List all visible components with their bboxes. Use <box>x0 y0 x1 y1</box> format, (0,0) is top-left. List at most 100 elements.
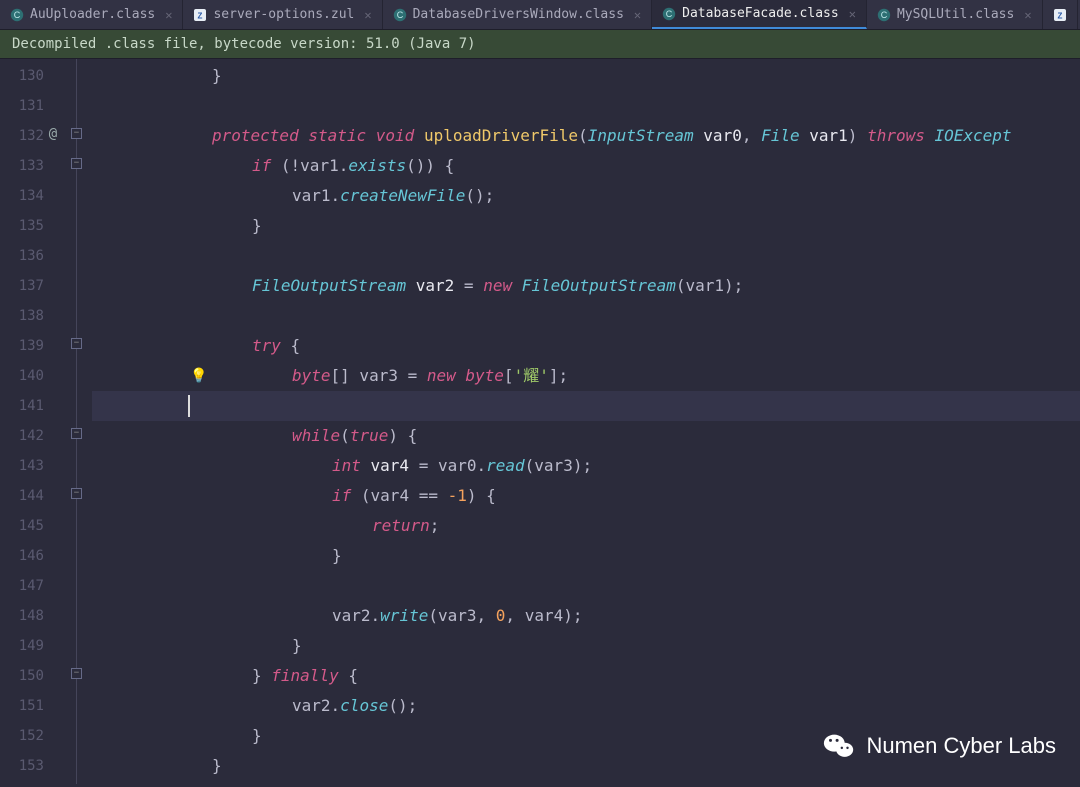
code-line[interactable]: return; <box>92 511 1080 541</box>
code-line[interactable]: FileOutputStream var2 = new FileOutputSt… <box>92 271 1080 301</box>
code-area[interactable]: } protected static void uploadDriverFile(… <box>92 59 1080 784</box>
gutter-marker <box>44 179 62 209</box>
fold-gutter[interactable] <box>62 599 92 629</box>
code-line[interactable] <box>92 241 1080 271</box>
line-number: 130 <box>0 61 44 91</box>
fold-gutter[interactable] <box>62 449 92 479</box>
tab-mysqlutil-class[interactable]: CMySQLUtil.class✕ <box>867 0 1043 29</box>
fold-gutter[interactable]: − <box>62 149 92 179</box>
fold-toggle-icon[interactable]: − <box>71 668 82 679</box>
code-editor[interactable]: 1301311321331341351361371381391401411421… <box>0 59 1080 784</box>
tab-overflow[interactable]: Z <box>1043 0 1078 29</box>
code-token: close <box>340 696 388 715</box>
class-file-icon: C <box>393 8 407 22</box>
fold-gutter[interactable]: − <box>62 479 92 509</box>
tab-databasedriverswindow-class[interactable]: CDatabaseDriversWindow.class✕ <box>383 0 653 29</box>
code-token: var1 <box>809 126 848 145</box>
fold-gutter[interactable] <box>62 629 92 659</box>
code-line[interactable]: var2.write(var3, 0, var4); <box>92 601 1080 631</box>
code-line[interactable]: 💡byte[] var3 = new byte['耀']; <box>92 361 1080 391</box>
fold-gutter[interactable] <box>62 749 92 779</box>
close-icon[interactable]: ✕ <box>364 8 371 22</box>
code-line[interactable]: } <box>92 631 1080 661</box>
fold-toggle-icon[interactable]: − <box>71 488 82 499</box>
code-token: '耀' <box>514 366 549 385</box>
fold-gutter[interactable] <box>62 269 92 299</box>
tab-auuploader-class[interactable]: CAuUploader.class✕ <box>0 0 183 29</box>
line-number: 143 <box>0 451 44 481</box>
close-icon[interactable]: ✕ <box>634 8 641 22</box>
code-line[interactable]: } finally { <box>92 661 1080 691</box>
fold-gutter[interactable]: − <box>62 419 92 449</box>
line-number: 142 <box>0 421 44 451</box>
code-token: write <box>380 606 428 625</box>
tab-bar: CAuUploader.class✕Zserver-options.zul✕CD… <box>0 0 1080 30</box>
line-number: 153 <box>0 751 44 781</box>
line-number: 139 <box>0 331 44 361</box>
code-token: ()) { <box>406 156 454 175</box>
fold-gutter[interactable] <box>62 389 92 419</box>
code-line[interactable]: int var4 = var0.read(var3); <box>92 451 1080 481</box>
code-line[interactable] <box>92 301 1080 331</box>
fold-gutter[interactable]: − <box>62 329 92 359</box>
line-number: 151 <box>0 691 44 721</box>
tab-databasefacade-class[interactable]: CDatabaseFacade.class✕ <box>652 0 867 29</box>
code-line[interactable] <box>92 571 1080 601</box>
fold-toggle-icon[interactable]: − <box>71 338 82 349</box>
tab-label: server-options.zul <box>213 7 354 22</box>
code-line[interactable]: try { <box>92 331 1080 361</box>
close-icon[interactable]: ✕ <box>849 7 856 21</box>
code-line[interactable]: } <box>92 61 1080 91</box>
code-token: -1 <box>448 486 467 505</box>
code-line[interactable]: } <box>92 211 1080 241</box>
gutter-marker <box>44 419 62 449</box>
fold-gutter[interactable] <box>62 509 92 539</box>
fold-gutter[interactable] <box>62 89 92 119</box>
fold-gutter[interactable] <box>62 299 92 329</box>
code-token: [ <box>504 366 514 385</box>
line-number: 149 <box>0 631 44 661</box>
line-number: 137 <box>0 271 44 301</box>
fold-gutter[interactable] <box>62 689 92 719</box>
line-number: 138 <box>0 301 44 331</box>
code-line[interactable]: while(true) { <box>92 421 1080 451</box>
close-icon[interactable]: ✕ <box>165 8 172 22</box>
tab-server-options-zul[interactable]: Zserver-options.zul✕ <box>183 0 382 29</box>
fold-toggle-icon[interactable]: − <box>71 128 82 139</box>
code-token: return <box>372 516 430 535</box>
marker-column: @ <box>44 59 62 784</box>
code-line[interactable] <box>92 391 1080 421</box>
fold-gutter[interactable]: − <box>62 659 92 689</box>
code-token: void <box>376 126 424 145</box>
close-icon[interactable]: ✕ <box>1024 8 1031 22</box>
line-number: 136 <box>0 241 44 271</box>
fold-gutter[interactable]: − <box>62 119 92 149</box>
code-token: } <box>212 66 222 85</box>
fold-gutter[interactable] <box>62 239 92 269</box>
code-token: (); <box>388 696 417 715</box>
code-token: { <box>348 666 358 685</box>
watermark-text: Numen Cyber Labs <box>866 733 1056 759</box>
code-line[interactable]: if (var4 == -1) { <box>92 481 1080 511</box>
code-token: protected <box>212 126 308 145</box>
fold-gutter[interactable] <box>62 209 92 239</box>
fold-gutter[interactable] <box>62 179 92 209</box>
line-number: 147 <box>0 571 44 601</box>
code-line[interactable]: } <box>92 541 1080 571</box>
code-token: ( <box>340 426 350 445</box>
fold-toggle-icon[interactable]: − <box>71 428 82 439</box>
code-token: ( <box>578 126 588 145</box>
fold-gutter[interactable] <box>62 359 92 389</box>
intention-bulb-icon[interactable]: 💡 <box>190 361 207 391</box>
fold-gutter[interactable] <box>62 569 92 599</box>
code-line[interactable]: var1.createNewFile(); <box>92 181 1080 211</box>
code-line[interactable] <box>92 91 1080 121</box>
fold-toggle-icon[interactable]: − <box>71 158 82 169</box>
code-line[interactable]: var2.close(); <box>92 691 1080 721</box>
fold-gutter[interactable] <box>62 539 92 569</box>
fold-gutter[interactable] <box>62 59 92 89</box>
code-line[interactable]: protected static void uploadDriverFile(I… <box>92 121 1080 151</box>
code-token: FileOutputStream <box>522 276 676 295</box>
fold-gutter[interactable] <box>62 719 92 749</box>
code-line[interactable]: if (!var1.exists()) { <box>92 151 1080 181</box>
